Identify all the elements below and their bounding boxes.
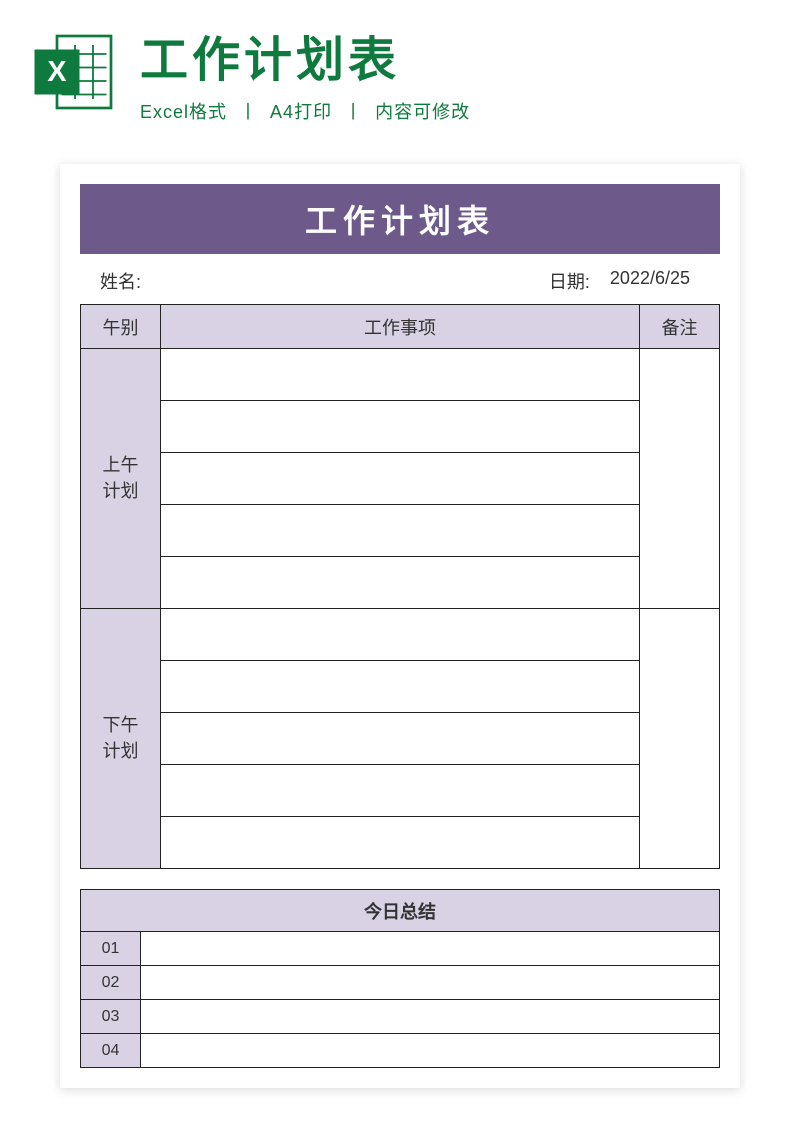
subtitle-row: Excel格式 丨 A4打印 丨 内容可修改 xyxy=(140,98,770,124)
summary-row-num: 01 xyxy=(81,932,141,966)
summary-title: 今日总结 xyxy=(81,890,720,932)
work-plan-table: 午别 工作事项 备注 上午 计划 下午 计划 xyxy=(80,304,720,869)
name-label: 姓名: xyxy=(100,268,549,294)
afternoon-period: 下午 计划 xyxy=(81,609,161,869)
work-cell xyxy=(161,349,640,401)
divider: 丨 xyxy=(239,102,258,122)
work-cell xyxy=(161,505,640,557)
date-value: 2022/6/25 xyxy=(610,268,690,294)
subtitle-part-1: Excel格式 xyxy=(140,102,227,122)
summary-content xyxy=(141,1000,720,1034)
summary-row-num: 03 xyxy=(81,1000,141,1034)
morning-period: 上午 计划 xyxy=(81,349,161,609)
work-cell xyxy=(161,401,640,453)
subtitle-part-2: A4打印 xyxy=(270,102,332,122)
title-block: 工作计划表 Excel格式 丨 A4打印 丨 内容可修改 xyxy=(140,20,770,124)
work-cell xyxy=(161,765,640,817)
work-cell xyxy=(161,817,640,869)
work-cell xyxy=(161,713,640,765)
info-row: 姓名: 日期: 2022/6/25 xyxy=(80,254,720,304)
work-cell xyxy=(161,661,640,713)
divider: 丨 xyxy=(344,102,363,122)
work-cell xyxy=(161,557,640,609)
svg-text:X: X xyxy=(47,56,66,88)
summary-row-num: 02 xyxy=(81,966,141,1000)
main-title: 工作计划表 xyxy=(140,20,770,90)
col-remarks: 备注 xyxy=(640,305,720,349)
summary-table: 今日总结 01 02 03 04 xyxy=(80,889,720,1068)
remark-cell-morning xyxy=(640,349,720,609)
col-period: 午别 xyxy=(81,305,161,349)
summary-content xyxy=(141,966,720,1000)
document-preview: 工作计划表 姓名: 日期: 2022/6/25 午别 工作事项 备注 上午 计划… xyxy=(60,164,740,1088)
col-work-items: 工作事项 xyxy=(161,305,640,349)
summary-content xyxy=(141,1034,720,1068)
work-cell xyxy=(161,609,640,661)
remark-cell-afternoon xyxy=(640,609,720,869)
work-cell xyxy=(161,453,640,505)
excel-icon: X xyxy=(30,27,120,117)
summary-content xyxy=(141,932,720,966)
subtitle-part-3: 内容可修改 xyxy=(375,102,470,122)
page-header: X 工作计划表 Excel格式 丨 A4打印 丨 内容可修改 xyxy=(0,0,800,134)
document-title: 工作计划表 xyxy=(80,184,720,254)
date-label: 日期: xyxy=(549,268,590,294)
summary-row-num: 04 xyxy=(81,1034,141,1068)
